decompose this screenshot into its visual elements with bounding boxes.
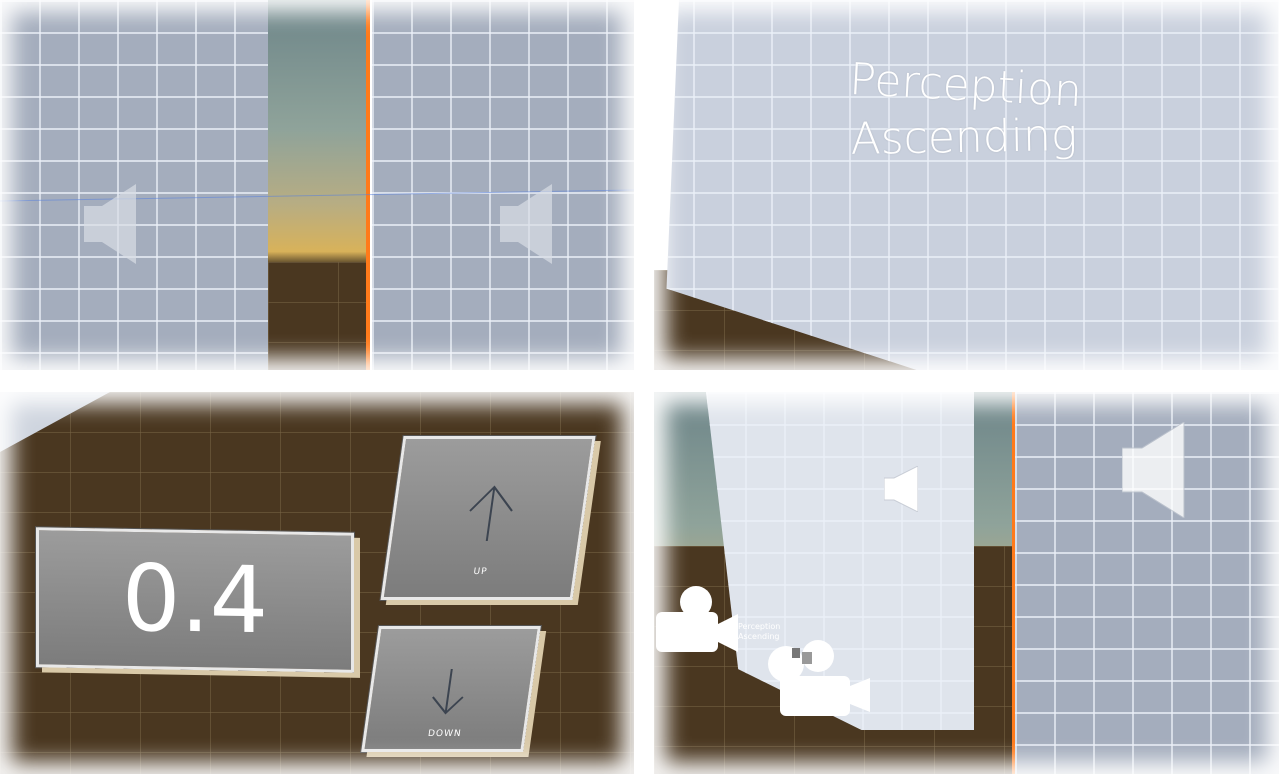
viewport-bottom-left[interactable]: 0.4 UP DOWN xyxy=(0,392,634,774)
wall-title-line1: Perception xyxy=(848,53,1084,118)
camera-icon xyxy=(656,586,738,652)
camera-icon xyxy=(768,640,870,716)
down-button[interactable]: DOWN xyxy=(361,626,541,752)
viewport-top-left[interactable] xyxy=(0,0,634,370)
wall-title-line2: Ascending xyxy=(850,109,1078,165)
floor-strip xyxy=(268,262,368,370)
selection-outline xyxy=(366,0,370,370)
camera-label-line1: Perception xyxy=(738,622,781,631)
viewport-top-right[interactable]: Perception Ascending xyxy=(654,0,1279,370)
up-button-label: UP xyxy=(472,567,489,577)
speaker-icon xyxy=(884,466,918,512)
arrow-up-icon xyxy=(469,485,513,541)
value-display-panel: 0.4 xyxy=(36,527,354,673)
arrow-down-icon xyxy=(432,669,464,715)
wall-title: Perception Ascending xyxy=(845,54,1083,170)
viewport-bottom-right[interactable]: Perception Ascending xyxy=(654,392,1279,774)
speaker-icon xyxy=(84,184,136,264)
speaker-icon xyxy=(500,184,552,264)
down-button-label: DOWN xyxy=(427,729,463,739)
speaker-icon xyxy=(1122,422,1185,518)
brick-wall xyxy=(666,0,1279,370)
value-display: 0.4 xyxy=(121,544,269,655)
up-button[interactable]: UP xyxy=(380,436,596,600)
